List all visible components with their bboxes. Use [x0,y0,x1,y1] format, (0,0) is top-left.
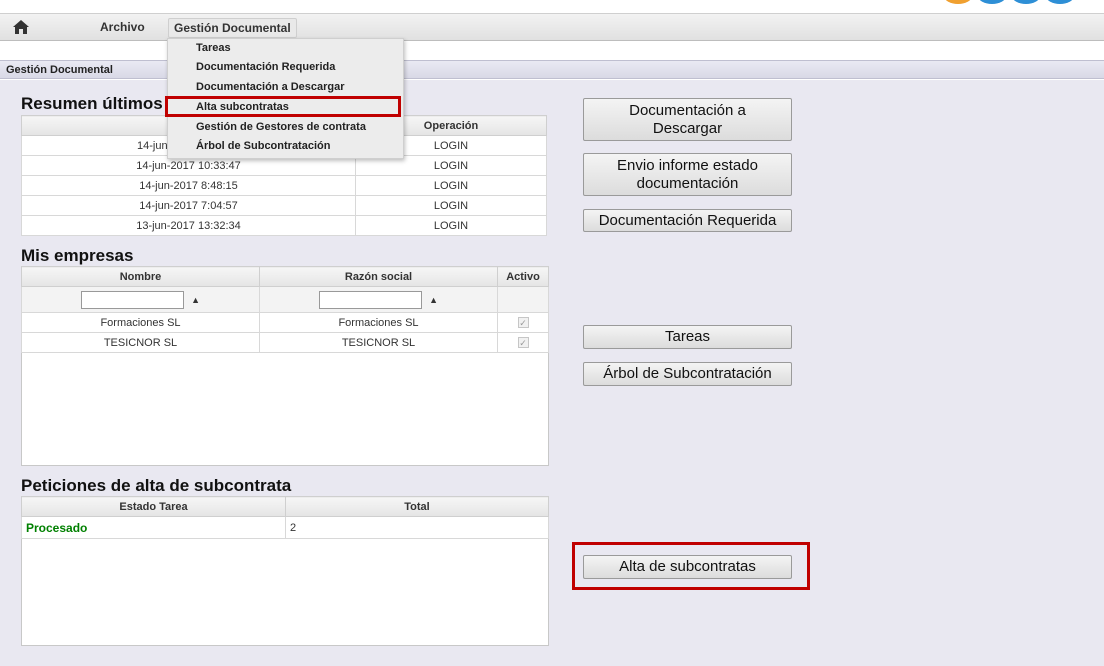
column-header-razon-social[interactable]: Razón social [259,266,498,287]
peticiones-table: Estado Tarea Total Procesado 2 [21,496,549,539]
alta-subcontratas-button[interactable]: Alta de subcontratas [583,555,792,579]
cell-estado: Procesado [21,516,286,539]
cell-fecha: 13-jun-2017 13:32:34 [21,215,356,236]
sort-icon[interactable]: ▲ [191,295,200,305]
dropdown-item-arbol-subcontratacion[interactable]: Árbol de Subcontratación [196,140,330,152]
cell-operacion: LOGIN [355,215,547,236]
table-row[interactable]: 14-jun-2017 8:48:15 LOGIN [21,175,547,196]
nombre-filter-input[interactable] [81,290,184,309]
cell-activo: ✓ [497,332,549,353]
razon-filter-input[interactable] [319,290,422,309]
peticiones-title: Peticiones de alta de subcontrata [21,476,292,495]
button-label: documentación [636,174,739,192]
empresas-title: Mis empresas [21,246,134,265]
empresas-table: Nombre Razón social Activo ▲ ▲ Formacion… [21,266,549,353]
filter-cell: ▲ [259,286,498,313]
dropdown-item-documentacion-requerida[interactable]: Documentación Requerida [196,61,335,73]
table-row[interactable]: 14-jun-2017 7:04:57 LOGIN [21,195,547,216]
social-icon[interactable] [1046,0,1074,4]
sort-icon[interactable]: ▲ [429,295,438,305]
dropdown-item-tareas[interactable]: Tareas [196,42,231,54]
documentacion-descargar-button[interactable]: Documentación a Descargar [583,98,792,141]
button-label: Envio informe estado [617,156,758,174]
social-icons [944,0,1074,4]
cell-nombre: TESICNOR SL [21,332,260,353]
column-header-nombre[interactable]: Nombre [21,266,260,287]
tareas-button[interactable]: Tareas [583,325,792,349]
column-header-estado[interactable]: Estado Tarea [21,496,286,517]
table-row[interactable]: 13-jun-2017 13:32:34 LOGIN [21,215,547,236]
social-icon[interactable] [944,0,972,4]
social-icon[interactable] [978,0,1006,4]
column-header-total[interactable]: Total [285,496,549,517]
table-row[interactable]: Procesado 2 [21,516,549,539]
cell-operacion: LOGIN [355,175,547,196]
resumen-title: Resumen últimos [21,94,163,113]
home-icon[interactable] [12,18,30,36]
cell-activo: ✓ [497,312,549,333]
filter-cell: ▲ [21,286,260,313]
cell-razon: Formaciones SL [259,312,498,333]
table-row[interactable]: TESICNOR SL TESICNOR SL ✓ [21,332,549,353]
social-icon[interactable] [1012,0,1040,4]
cell-razon: TESICNOR SL [259,332,498,353]
top-strip [0,0,1104,14]
button-label: Descargar [652,119,723,137]
page-title: Gestión Documental [0,60,1104,79]
documentacion-requerida-button[interactable]: Documentación Requerida [583,209,792,232]
column-header-activo[interactable]: Activo [497,266,549,287]
dropdown-item-gestores-contrata[interactable]: Gestión de Gestores de contrata [196,121,366,133]
cell-fecha: 14-jun-2017 7:04:57 [21,195,356,216]
cell-total: 2 [285,516,549,539]
menu-gestion-documental[interactable]: Gestión Documental [168,18,297,38]
menu-bar: Archivo Gestión Documental [0,14,1104,41]
gestion-documental-dropdown: Tareas Documentación Requerida Documenta… [167,38,404,159]
filter-cell [497,286,549,313]
menu-archivo[interactable]: Archivo [95,18,150,36]
table-row[interactable]: Formaciones SL Formaciones SL ✓ [21,312,549,333]
activo-checkbox: ✓ [517,336,529,348]
cell-nombre: Formaciones SL [21,312,260,333]
dropdown-item-alta-subcontratas[interactable]: Alta subcontratas [196,101,289,113]
arbol-subcontratacion-button[interactable]: Árbol de Subcontratación [583,362,792,386]
activo-checkbox: ✓ [517,316,529,328]
cell-fecha: 14-jun-2017 8:48:15 [21,175,356,196]
envio-informe-button[interactable]: Envio informe estado documentación [583,153,792,196]
cell-operacion: LOGIN [355,195,547,216]
filter-row: ▲ ▲ [21,286,549,313]
dropdown-item-documentacion-descargar[interactable]: Documentación a Descargar [196,81,345,93]
button-label: Documentación a [629,101,746,119]
